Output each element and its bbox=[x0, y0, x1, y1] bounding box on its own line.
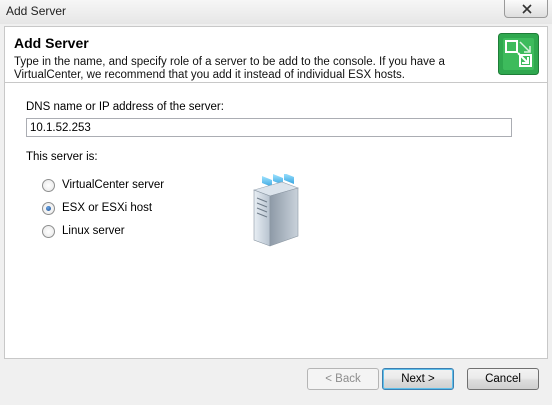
dns-input[interactable] bbox=[26, 118, 512, 137]
close-icon bbox=[522, 4, 532, 14]
radio-button-checked[interactable] bbox=[42, 201, 55, 215]
radio-esx-host[interactable]: ESX or ESXi host bbox=[42, 200, 152, 216]
radio-linux[interactable]: Linux server bbox=[42, 223, 125, 239]
page-description: Type in the name, and specify role of a … bbox=[14, 56, 445, 81]
radio-label: Linux server bbox=[62, 225, 125, 237]
radio-button[interactable] bbox=[42, 224, 55, 238]
next-button[interactable]: Next > bbox=[382, 368, 454, 390]
window-title: Add Server bbox=[6, 4, 67, 18]
radio-label: ESX or ESXi host bbox=[62, 202, 153, 214]
title-bar[interactable]: Add Server bbox=[0, 0, 552, 24]
back-button[interactable]: < Back bbox=[307, 368, 379, 390]
dns-label: DNS name or IP address of the server: bbox=[26, 101, 224, 113]
wizard-footer: < Back Next > Cancel bbox=[0, 359, 552, 405]
server-role-label: This server is: bbox=[26, 151, 98, 163]
page-title: Add Server bbox=[14, 35, 89, 51]
close-button[interactable] bbox=[504, 0, 548, 18]
radio-label: VirtualCenter server bbox=[62, 179, 165, 191]
server-icon bbox=[253, 174, 299, 247]
radio-button[interactable] bbox=[42, 178, 55, 192]
cancel-button[interactable]: Cancel bbox=[467, 368, 539, 390]
wizard-header: Add Server Type in the name, and specify… bbox=[4, 26, 548, 83]
radio-virtualcenter[interactable]: VirtualCenter server bbox=[42, 177, 164, 193]
add-server-dialog: Add Server Add Server Type in the name, … bbox=[0, 0, 552, 405]
wizard-content: DNS name or IP address of the server: Th… bbox=[4, 83, 548, 359]
add-server-wizard-icon bbox=[498, 33, 539, 75]
